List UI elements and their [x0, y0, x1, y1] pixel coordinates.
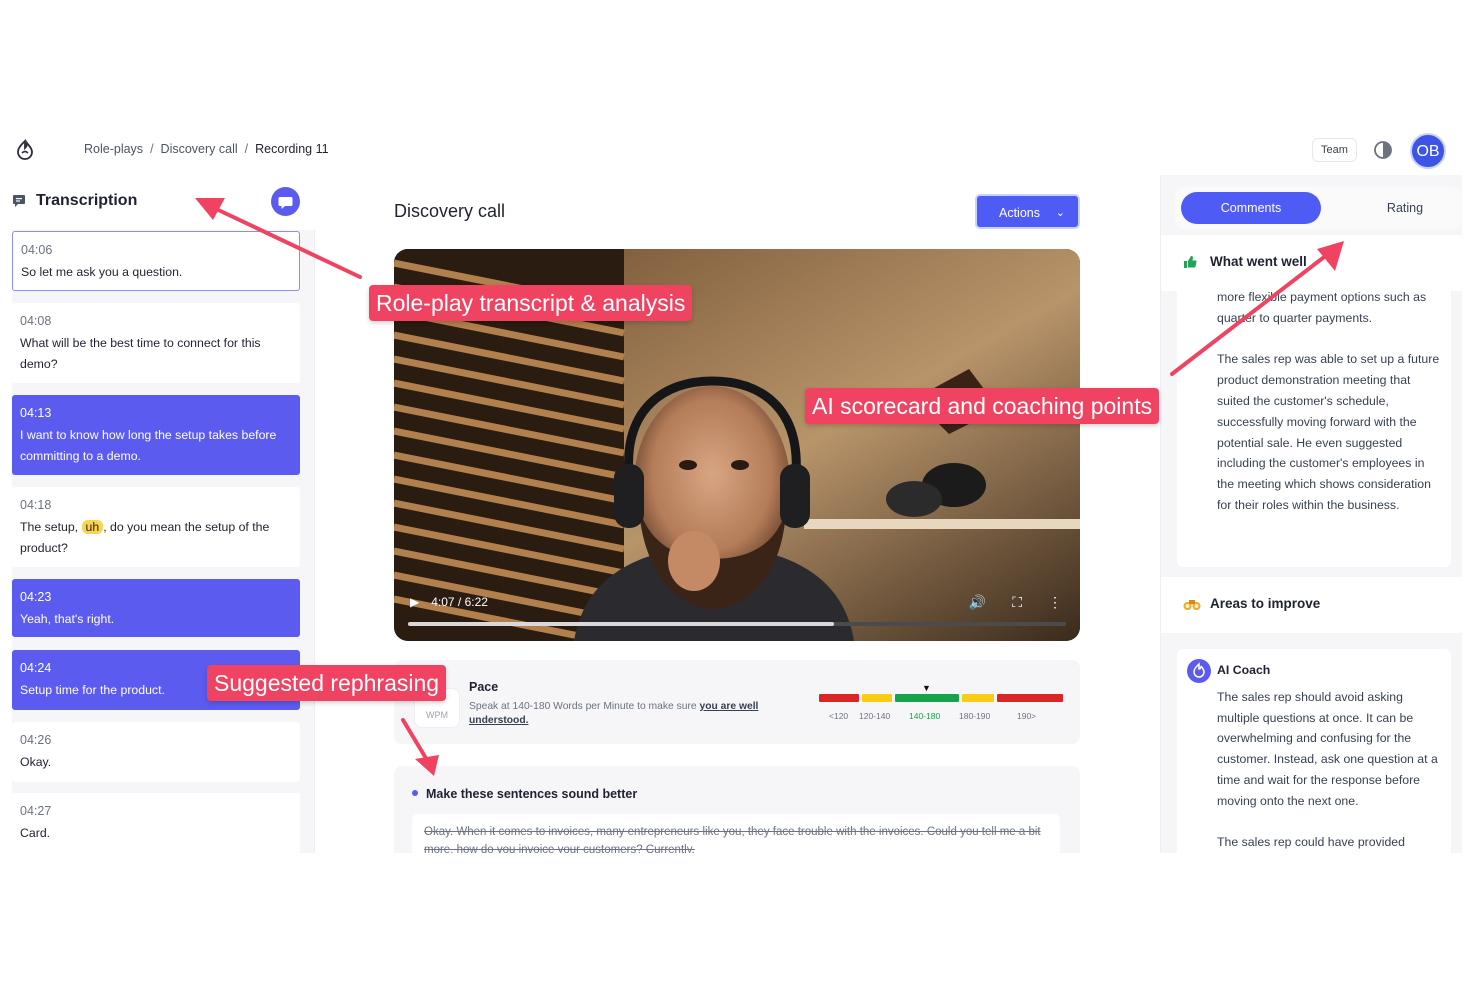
- top-bar: Role-plays / Discovery call / Recording …: [12, 133, 1462, 169]
- chat-button[interactable]: [271, 187, 300, 216]
- breadcrumb-separator: /: [244, 142, 249, 156]
- breadcrumb-recording: Recording 11: [255, 142, 329, 156]
- annotation-rephrasing: Suggested rephrasing: [207, 665, 447, 701]
- annotation-transcript: Role-play transcript & analysis: [369, 285, 693, 321]
- went-well-paragraph: The sales rep was able to set up a futur…: [1217, 352, 1440, 512]
- went-well-card: more flexible payment options such as qu…: [1177, 285, 1451, 567]
- pace-segment: [862, 694, 892, 702]
- transcript-item[interactable]: 04:23 Yeah, that's right.: [12, 579, 300, 637]
- transcript-text: So let me ask you a question.: [21, 265, 183, 279]
- pace-range-label: 190>: [1017, 711, 1037, 721]
- pace-marker-icon: ▼: [922, 683, 931, 693]
- breadcrumb-roleplays[interactable]: Role-plays: [84, 142, 143, 156]
- pace-segment: [962, 694, 994, 702]
- filler-word-highlight: uh: [81, 520, 104, 534]
- annotation-scorecard: AI scorecard and coaching points: [805, 388, 1160, 424]
- contrast-toggle-icon[interactable]: [1373, 140, 1393, 160]
- pace-card: WPM Pace Speak at 140-180 Words per Minu…: [394, 660, 1080, 744]
- video-time: 4:07 / 6:22: [431, 595, 488, 609]
- feedback-tabs: Comments Rating: [1175, 187, 1462, 229]
- ai-coach-name: AI Coach: [1217, 663, 1271, 677]
- went-well-title: What went well: [1210, 254, 1307, 269]
- transcription-title: Transcription: [36, 192, 138, 209]
- breadcrumb-discovery-call[interactable]: Discovery call: [161, 142, 238, 156]
- transcript-icon: [13, 195, 25, 207]
- tab-comments[interactable]: Comments: [1181, 192, 1321, 224]
- thumbs-up-icon: [1183, 255, 1197, 272]
- transcript-item[interactable]: 04:08 What will be the best time to conn…: [12, 303, 300, 383]
- chat-bubble-icon: [278, 197, 293, 209]
- transcript-item[interactable]: 04:27 Card.: [12, 793, 300, 853]
- pace-range-label: 120-140: [859, 711, 891, 721]
- transcript-text: Okay.: [20, 755, 52, 769]
- transcript-item[interactable]: 04:06 So let me ask you a question.: [12, 231, 300, 291]
- transcript-time: 04:06: [21, 243, 53, 257]
- original-sentence: Okay. When it comes to invoices, many en…: [412, 814, 1060, 853]
- pace-range-label: <120: [829, 711, 849, 721]
- improve-title: Areas to improve: [1210, 596, 1321, 611]
- tab-rating[interactable]: Rating: [1335, 192, 1462, 224]
- transcript-time: 04:27: [20, 804, 52, 818]
- ai-coach-card: AI Coach The sales rep should avoid aski…: [1177, 649, 1451, 853]
- fullscreen-icon[interactable]: ⛶: [1012, 594, 1022, 611]
- ai-coach-avatar: [1187, 659, 1211, 683]
- logo-icon[interactable]: [14, 139, 36, 161]
- page-title: Discovery call: [394, 201, 506, 221]
- pace-segment: [997, 694, 1063, 702]
- improve-paragraph: The sales rep should avoid asking multip…: [1217, 689, 1438, 808]
- rephrase-card: Make these sentences sound better Okay. …: [394, 766, 1080, 853]
- pace-title: Pace: [469, 680, 499, 694]
- transcript-item[interactable]: 04:18 The setup, uh, do you mean the set…: [12, 487, 300, 567]
- pace-description: Speak at 140-180 Words per Minute to mak…: [469, 701, 759, 726]
- went-well-header: What went well: [1161, 235, 1462, 291]
- transcript-text: Yeah, that's right.: [20, 612, 115, 626]
- improve-paragraph: The sales rep could have provided: [1217, 835, 1405, 850]
- shelf: [804, 519, 1080, 529]
- transcription-header: Transcription: [12, 175, 315, 230]
- pace-range-label: 180-190: [959, 711, 991, 721]
- improve-header: Areas to improve: [1161, 577, 1462, 633]
- pace-range-label: 140-180: [909, 711, 941, 721]
- pace-segment: [819, 694, 859, 702]
- went-well-paragraph: more flexible payment options such as qu…: [1217, 290, 1427, 325]
- transcript-text: I want to know how long the setup takes …: [20, 428, 277, 463]
- play-icon[interactable]: ▶: [410, 595, 419, 609]
- transcript-time: 04:08: [20, 314, 52, 328]
- transcript-time: 04:23: [20, 590, 52, 604]
- transcript-text: The setup, uh, do you mean the setup of …: [20, 520, 270, 555]
- transcript-time: 04:18: [20, 498, 52, 512]
- binoculars-icon: [1183, 597, 1201, 614]
- more-options-icon[interactable]: ⋮: [1048, 594, 1062, 611]
- transcription-panel: Transcription 04:06 So let me ask you a …: [12, 175, 315, 853]
- feedback-panel: Comments Rating What went well more flex…: [1160, 175, 1462, 853]
- transcript-time: 04:26: [20, 733, 52, 747]
- transcript-time: 04:13: [20, 406, 52, 420]
- volume-icon[interactable]: 🔊: [969, 594, 986, 611]
- pace-meter: [819, 694, 1063, 702]
- user-avatar[interactable]: OB: [1410, 133, 1446, 169]
- transcript-item[interactable]: 04:13 I want to know how long the setup …: [12, 395, 300, 475]
- actions-button[interactable]: Actions ⌄: [975, 194, 1080, 229]
- video-controls: ▶ 4:07 / 6:22: [410, 595, 488, 609]
- transcript-item[interactable]: 04:26 Okay.: [12, 722, 300, 782]
- app-window: Role-plays / Discovery call / Recording …: [12, 133, 1462, 853]
- video-progress-bar[interactable]: [408, 622, 1066, 626]
- breadcrumb-separator: /: [150, 142, 154, 156]
- video-progress-fill: [408, 622, 835, 626]
- transcript-text: Card.: [20, 826, 51, 840]
- breadcrumb: Role-plays / Discovery call / Recording …: [84, 142, 329, 156]
- video-controls-right: 🔊 ⛶ ⋮: [969, 594, 1062, 611]
- actions-label: Actions: [999, 206, 1040, 220]
- rephrase-title: Make these sentences sound better: [426, 787, 638, 801]
- team-button[interactable]: Team: [1312, 138, 1357, 162]
- transcript-text: What will be the best time to connect fo…: [20, 336, 261, 371]
- chevron-down-icon: ⌄: [1055, 207, 1065, 219]
- pace-segment: [895, 694, 959, 702]
- bullet-dot: [412, 790, 418, 796]
